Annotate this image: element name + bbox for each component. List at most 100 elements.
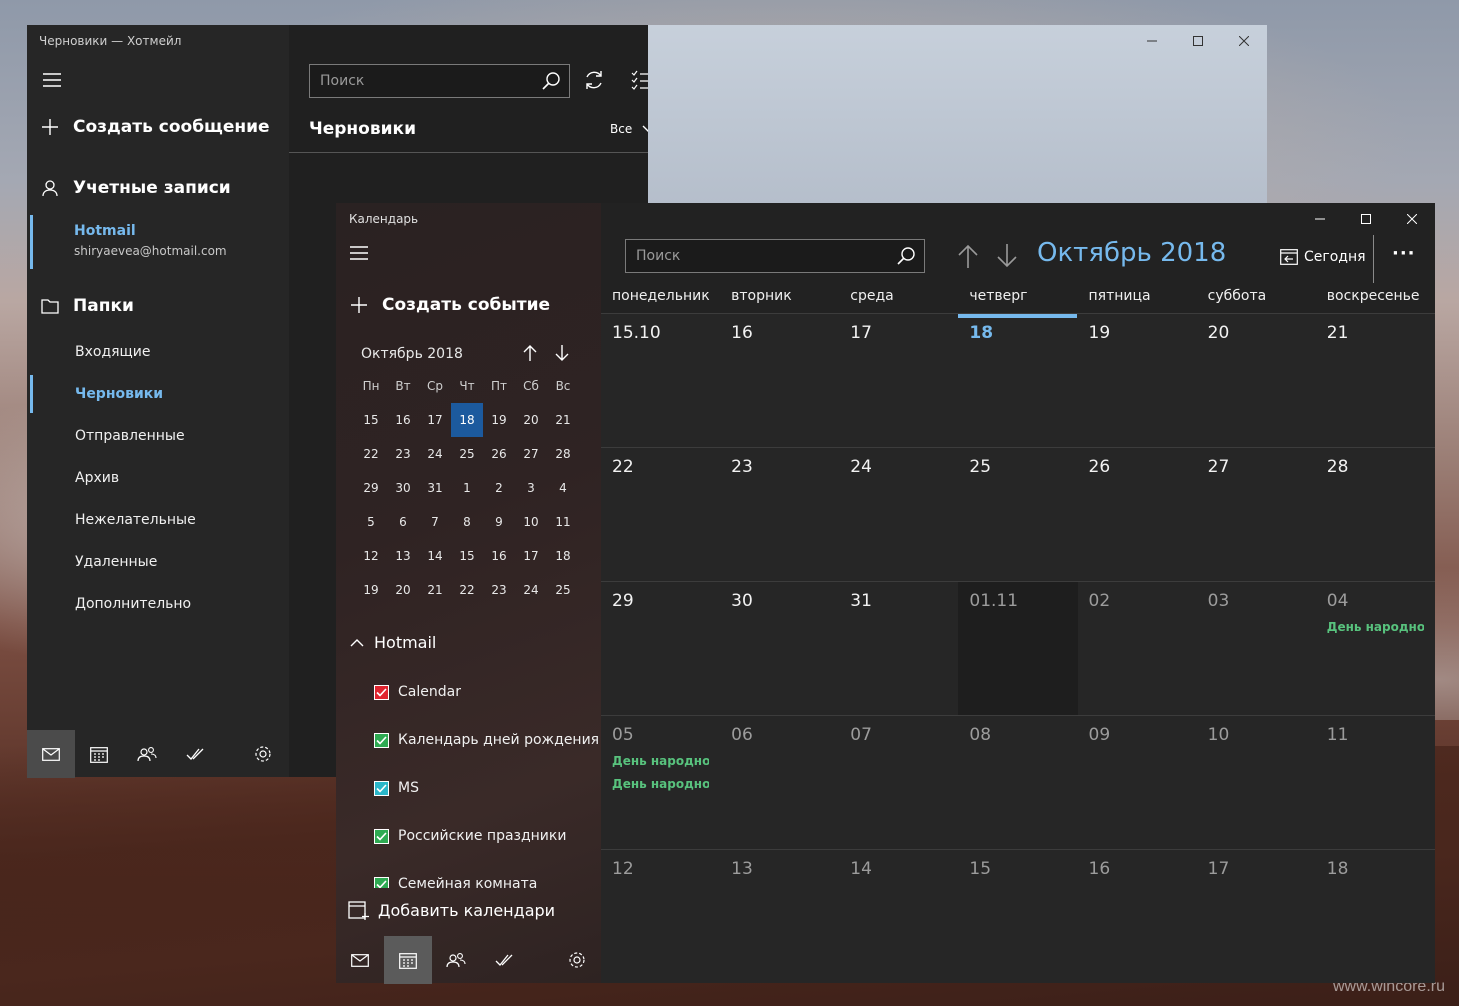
mini-day[interactable]: 27 — [515, 437, 547, 471]
mini-day[interactable]: 7 — [419, 505, 451, 539]
today-button[interactable]: Сегодня — [1280, 249, 1366, 265]
mini-day[interactable]: 19 — [483, 403, 515, 437]
mini-day[interactable]: 31 — [419, 471, 451, 505]
mini-day[interactable]: 8 — [451, 505, 483, 539]
calendar-switch-button[interactable] — [75, 730, 123, 778]
mini-day[interactable]: 5 — [355, 505, 387, 539]
day-cell[interactable]: 08 — [958, 716, 1078, 849]
day-cell[interactable]: 17 — [839, 314, 959, 447]
day-cell[interactable]: 04 День народного единства — [1315, 582, 1435, 715]
day-cell[interactable]: 25 — [958, 448, 1078, 581]
day-cell[interactable]: 09 — [1077, 716, 1197, 849]
day-cell[interactable]: 11 — [1315, 716, 1435, 849]
day-cell[interactable]: 10 — [1196, 716, 1316, 849]
mini-day[interactable]: 25 — [547, 573, 579, 607]
folder-item[interactable]: Архив — [27, 457, 289, 499]
mail-close-button[interactable] — [1221, 25, 1267, 57]
new-event-button[interactable]: Создать событие — [350, 295, 550, 315]
mini-day[interactable]: 28 — [547, 437, 579, 471]
compose-button[interactable]: Создать сообщение — [41, 117, 270, 137]
event-item[interactable]: День народного — [612, 777, 709, 791]
day-cell[interactable]: 31 — [839, 582, 959, 715]
mini-day[interactable]: 19 — [355, 573, 387, 607]
search-icon[interactable] — [896, 246, 916, 266]
folder-item[interactable]: Входящие — [27, 331, 289, 373]
mail-switch-button[interactable] — [336, 936, 384, 984]
day-cell[interactable]: 29 — [601, 582, 721, 715]
day-cell[interactable]: 05 День народного единства День народного — [601, 716, 721, 849]
mini-day[interactable]: 16 — [387, 403, 419, 437]
mini-day[interactable]: 21 — [547, 403, 579, 437]
mini-prev-arrow-up-icon[interactable] — [523, 344, 537, 362]
mini-day[interactable]: 1 — [451, 471, 483, 505]
calendar-toggle-item[interactable]: Российские праздники — [336, 812, 601, 860]
folder-item[interactable]: Дополнительно — [27, 583, 289, 625]
mail-switch-button[interactable] — [27, 730, 75, 778]
folder-item[interactable]: Черновики — [27, 373, 289, 415]
checkbox-checked-icon[interactable] — [374, 684, 389, 700]
day-cell[interactable]: 06 — [720, 716, 840, 849]
mini-day[interactable]: 14 — [419, 539, 451, 573]
day-cell[interactable]: 16 — [1077, 850, 1197, 983]
mini-next-arrow-down-icon[interactable] — [555, 344, 569, 362]
calendar-toggle-item[interactable]: MS — [336, 764, 601, 812]
mini-day[interactable]: 24 — [515, 573, 547, 607]
day-cell[interactable]: 24 — [839, 448, 959, 581]
calendar-group-hotmail[interactable]: Hotmail — [350, 633, 436, 652]
day-cell[interactable]: 30 — [720, 582, 840, 715]
mini-calendar-month[interactable]: Октябрь 2018 — [361, 346, 463, 362]
calendar-minimize-button[interactable] — [1297, 203, 1343, 235]
checkbox-checked-icon[interactable] — [374, 828, 389, 844]
mini-day[interactable]: 22 — [355, 437, 387, 471]
folder-item[interactable]: Нежелательные — [27, 499, 289, 541]
mini-day[interactable]: 10 — [515, 505, 547, 539]
mini-day[interactable]: 3 — [515, 471, 547, 505]
hamburger-menu-icon[interactable] — [350, 246, 368, 260]
mini-day[interactable]: 29 — [355, 471, 387, 505]
settings-button[interactable] — [553, 936, 601, 984]
mini-day[interactable]: 23 — [387, 437, 419, 471]
mail-maximize-button[interactable] — [1175, 25, 1221, 57]
day-cell[interactable]: 12 — [601, 850, 721, 983]
calendar-switch-button[interactable] — [384, 936, 432, 984]
people-switch-button[interactable] — [432, 936, 480, 984]
calendar-maximize-button[interactable] — [1343, 203, 1389, 235]
calendar-toggle-item[interactable]: Календарь дней рождения — [336, 716, 601, 764]
day-cell[interactable]: 15.10 — [601, 314, 721, 447]
mini-day[interactable]: 15 — [451, 539, 483, 573]
day-cell[interactable]: 21 — [1315, 314, 1435, 447]
mini-day[interactable]: 17 — [419, 403, 451, 437]
checkbox-checked-icon[interactable] — [374, 780, 389, 796]
mail-minimize-button[interactable] — [1129, 25, 1175, 57]
mini-day[interactable]: 22 — [451, 573, 483, 607]
day-cell[interactable]: 23 — [720, 448, 840, 581]
mini-day[interactable]: 4 — [547, 471, 579, 505]
day-cell[interactable]: 17 — [1196, 850, 1316, 983]
day-cell-today[interactable]: 18 — [958, 314, 1078, 447]
month-title[interactable]: Октябрь 2018 — [1037, 238, 1226, 268]
mini-day[interactable]: 20 — [515, 403, 547, 437]
mini-day[interactable]: 9 — [483, 505, 515, 539]
day-cell[interactable]: 15 — [958, 850, 1078, 983]
settings-button[interactable] — [239, 730, 287, 778]
day-cell[interactable]: 19 — [1077, 314, 1197, 447]
mini-day[interactable]: 18 — [547, 539, 579, 573]
day-cell[interactable]: 02 — [1077, 582, 1197, 715]
calendar-toggle-item[interactable]: Calendar — [336, 668, 601, 716]
next-month-arrow-down-icon[interactable] — [996, 243, 1018, 269]
mini-day[interactable]: 17 — [515, 539, 547, 573]
todo-switch-button[interactable] — [171, 730, 219, 778]
mini-day[interactable]: 25 — [451, 437, 483, 471]
day-cell[interactable]: 16 — [720, 314, 840, 447]
checkbox-checked-icon[interactable] — [374, 876, 389, 888]
day-cell[interactable]: 20 — [1196, 314, 1316, 447]
mini-day[interactable]: 11 — [547, 505, 579, 539]
mini-day[interactable]: 2 — [483, 471, 515, 505]
day-cell[interactable]: 07 — [839, 716, 959, 849]
event-item[interactable]: День народного единства — [612, 754, 709, 768]
folders-button[interactable]: Папки — [41, 296, 134, 316]
day-cell[interactable]: 28 — [1315, 448, 1435, 581]
prev-month-arrow-up-icon[interactable] — [957, 243, 979, 269]
calendar-close-button[interactable] — [1389, 203, 1435, 235]
calendar-search-input[interactable] — [626, 240, 886, 272]
